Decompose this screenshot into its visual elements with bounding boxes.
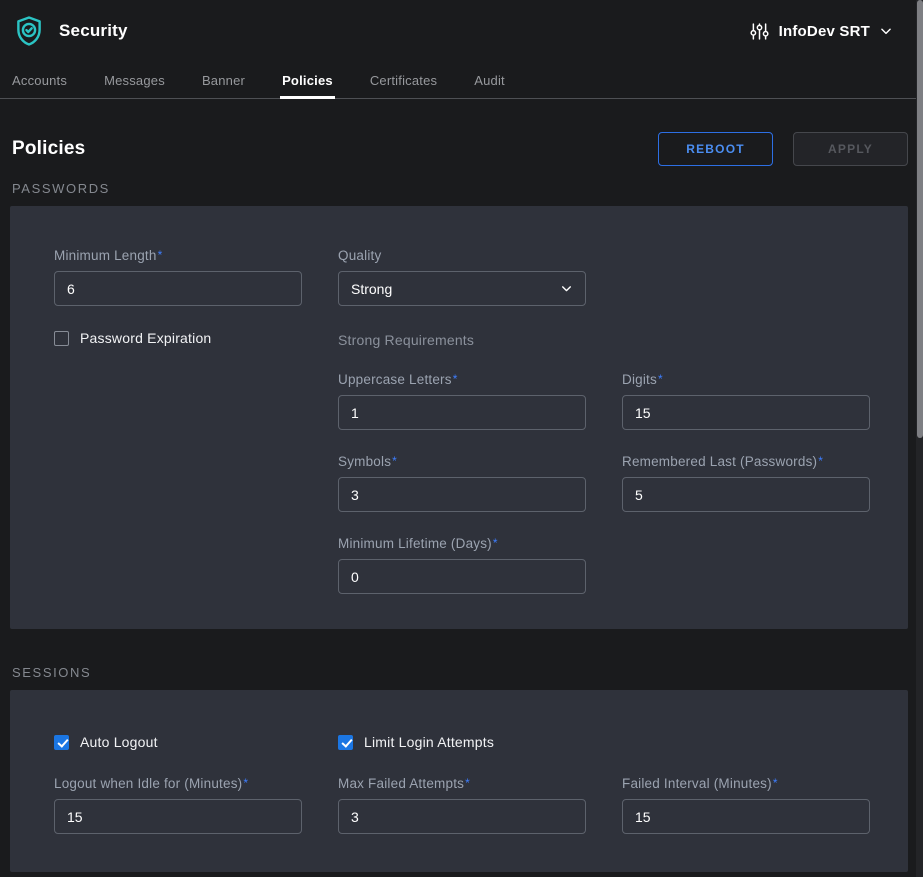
passwords-panel: Minimum Length* Quality Strong P [10,206,908,629]
logout-idle-label: Logout when Idle for (Minutes) [54,776,242,791]
failed-interval-label: Failed Interval (Minutes) [622,776,772,791]
uppercase-letters-field: Uppercase Letters* [338,372,586,430]
minimum-length-field: Minimum Length* [54,248,302,306]
chevron-down-icon [879,24,893,38]
device-name: InfoDev SRT [779,23,870,40]
main-content: Policies REBOOT APPLY PASSWORDS Minimum … [0,132,923,872]
apply-button[interactable]: APPLY [793,132,908,166]
page-title: Policies [10,138,85,160]
auto-logout-checkbox[interactable]: Auto Logout [54,734,302,750]
limit-login-attempts-label: Limit Login Attempts [364,734,494,750]
auto-logout-label: Auto Logout [80,734,158,750]
quality-select[interactable]: Strong [338,271,586,306]
max-failed-attempts-label: Max Failed Attempts [338,776,464,791]
tab-audit[interactable]: Audit [474,62,505,98]
symbols-label: Symbols [338,454,391,469]
app-header: Security InfoDev SRT [0,0,923,62]
sessions-section-label: SESSIONS [10,665,908,680]
required-marker: * [818,454,823,468]
password-expiration-label: Password Expiration [80,330,211,346]
required-marker: * [392,454,397,468]
digits-field: Digits* [622,372,870,430]
required-marker: * [493,536,498,550]
quality-label: Quality [338,248,586,263]
minimum-length-label: Minimum Length [54,248,157,263]
tabbar: Accounts Messages Banner Policies Certif… [0,62,923,99]
required-marker: * [658,372,663,386]
tab-banner[interactable]: Banner [202,62,245,98]
minimum-length-input[interactable] [54,271,302,306]
sliders-icon [749,21,770,42]
remembered-last-field: Remembered Last (Passwords)* [622,454,870,512]
tab-messages[interactable]: Messages [104,62,165,98]
security-shield-icon [12,14,46,48]
minimum-lifetime-input[interactable] [338,559,586,594]
digits-label: Digits [622,372,657,387]
minimum-lifetime-label: Minimum Lifetime (Days) [338,536,492,551]
tab-certificates[interactable]: Certificates [370,62,437,98]
required-marker: * [453,372,458,386]
remembered-last-input[interactable] [622,477,870,512]
symbols-field: Symbols* [338,454,586,512]
required-marker: * [773,776,778,790]
required-marker: * [243,776,248,790]
max-failed-attempts-field: Max Failed Attempts* [338,776,586,834]
chevron-down-icon [560,282,573,295]
failed-interval-input[interactable] [622,799,870,834]
scrollbar-thumb[interactable] [917,0,923,438]
device-selector[interactable]: InfoDev SRT [749,21,893,42]
quality-field: Quality Strong [338,248,586,306]
remembered-last-label: Remembered Last (Passwords) [622,454,817,469]
reboot-button[interactable]: REBOOT [658,132,773,166]
sessions-panel: Auto Logout Limit Login Attempts Logout … [10,690,908,872]
password-expiration-checkbox[interactable]: Password Expiration [54,330,302,346]
uppercase-letters-label: Uppercase Letters [338,372,452,387]
failed-interval-field: Failed Interval (Minutes)* [622,776,870,834]
checkbox-box [54,331,69,346]
page-header: Policies REBOOT APPLY [10,132,908,166]
minimum-lifetime-field: Minimum Lifetime (Days)* [338,536,586,594]
strong-requirements-label: Strong Requirements [338,330,586,348]
limit-login-attempts-checkbox[interactable]: Limit Login Attempts [338,734,586,750]
vertical-scrollbar[interactable] [916,0,923,877]
required-marker: * [158,248,163,262]
max-failed-attempts-input[interactable] [338,799,586,834]
tab-accounts[interactable]: Accounts [12,62,67,98]
logout-idle-field: Logout when Idle for (Minutes)* [54,776,302,834]
symbols-input[interactable] [338,477,586,512]
app-title: Security [59,21,128,41]
logout-idle-input[interactable] [54,799,302,834]
passwords-section-label: PASSWORDS [10,181,908,196]
checkbox-box [54,735,69,750]
quality-select-value: Strong [351,281,392,297]
checkbox-box [338,735,353,750]
digits-input[interactable] [622,395,870,430]
page-actions: REBOOT APPLY [658,132,908,166]
tab-policies[interactable]: Policies [282,62,333,98]
required-marker: * [465,776,470,790]
uppercase-letters-input[interactable] [338,395,586,430]
